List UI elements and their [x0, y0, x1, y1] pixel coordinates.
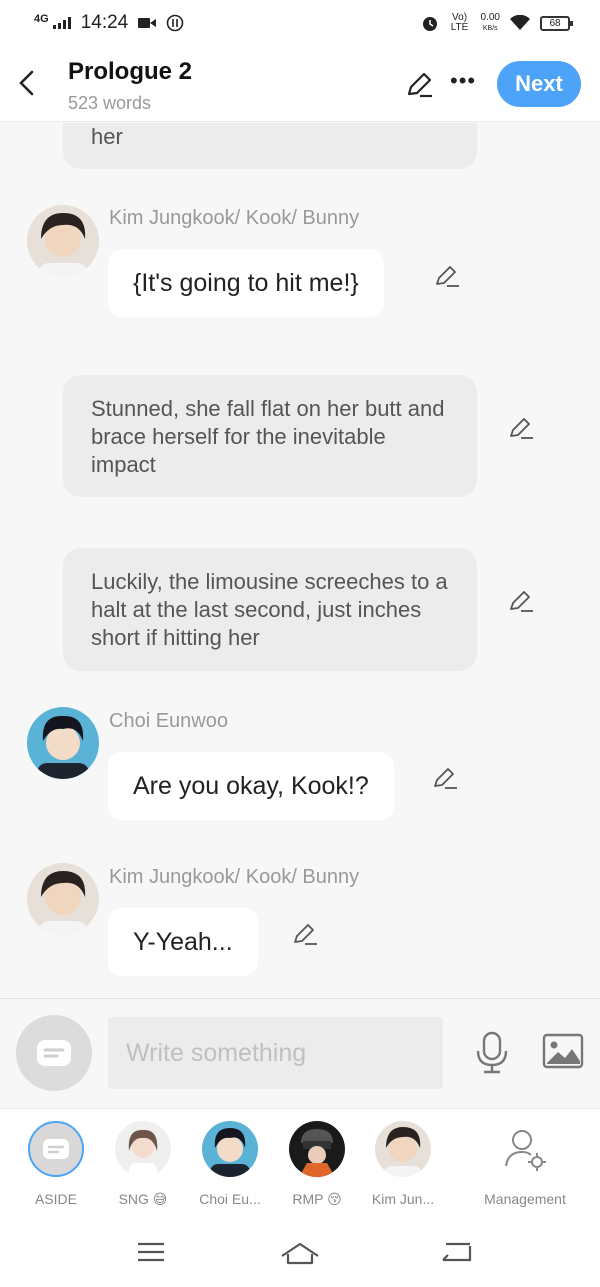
app-header: Prologue 2 523 words ••• Next [0, 46, 600, 122]
character-label: SNG 😅 [118, 1191, 168, 1207]
avatar[interactable] [27, 205, 99, 277]
message-bubble[interactable]: {It's going to hit me!} [108, 249, 384, 317]
battery-icon: 68 [540, 15, 573, 31]
edit-title-icon[interactable] [404, 70, 434, 100]
speaker-name: Kim Jungkook/ Kook/ Bunny [109, 866, 360, 888]
aside-bubble[interactable]: Luckily, the limousine screeches to a ha… [63, 548, 477, 671]
aside-mode-button[interactable] [16, 1015, 92, 1091]
next-button[interactable]: Next [497, 61, 581, 107]
image-icon[interactable] [542, 1033, 584, 1069]
character-choi-eunwoo[interactable]: Choi Eu... [190, 1121, 270, 1207]
aside-bubble[interactable]: Stunned, she fall flat on her butt and b… [63, 375, 477, 497]
wifi-icon [510, 15, 530, 30]
speaker-name: Kim Jungkook/ Kook/ Bunny [109, 207, 360, 229]
user-settings-icon [497, 1121, 553, 1177]
message-bubble[interactable]: Are you okay, Kook!? [108, 752, 394, 820]
character-sng[interactable]: SNG 😅 [103, 1121, 183, 1208]
microphone-icon[interactable] [474, 1031, 510, 1075]
more-options-icon[interactable]: ••• [450, 68, 476, 94]
edit-message-icon[interactable] [508, 415, 534, 441]
character-bar: ASIDE SNG 😅 Choi Eu... RMP 😚 Kim Jun... … [0, 1108, 600, 1226]
avatar[interactable] [27, 707, 99, 779]
message-text: Are you okay, Kook!? [133, 771, 369, 800]
character-aside[interactable]: ASIDE [16, 1121, 96, 1207]
character-kim-jungkook[interactable]: Kim Jun... [363, 1121, 443, 1207]
clock: 14:24 [80, 12, 129, 33]
home-icon[interactable] [280, 1240, 320, 1266]
speaker-name: Choi Eunwoo [109, 710, 228, 732]
aside-text: her [91, 124, 123, 149]
aside-text: Stunned, she fall flat on her butt and b… [91, 396, 445, 477]
volte-indicator: Vo) LTE [450, 12, 469, 33]
character-label: ASIDE [34, 1191, 77, 1207]
message-bubble[interactable]: Y-Yeah... [108, 908, 258, 976]
avatar[interactable] [27, 863, 99, 935]
character-label: Management [484, 1191, 566, 1207]
composer-bar [0, 998, 600, 1108]
aside-avatar [28, 1121, 84, 1177]
net-speed: 0.00 KB/s [480, 12, 500, 33]
back-arrow-icon[interactable] [14, 68, 40, 98]
message-text: Y-Yeah... [133, 927, 233, 956]
character-label: RMP 😚 [292, 1191, 342, 1207]
character-label: Choi Eu... [199, 1191, 261, 1207]
message-input[interactable] [108, 1017, 443, 1089]
network-type: 4G [34, 12, 49, 25]
avatar [115, 1121, 171, 1177]
data-saver-icon [166, 14, 184, 32]
chat-area[interactable]: her Kim Jungkook/ Kook/ Bunny {It's goin… [0, 123, 600, 998]
system-nav-bar [0, 1226, 600, 1287]
avatar [289, 1121, 345, 1177]
aside-bubble[interactable]: her [63, 123, 477, 169]
message-text: {It's going to hit me!} [133, 268, 359, 297]
status-bar: 4G 14:24 Vo) LTE 0.00 KB/s 68 [0, 0, 600, 46]
signal-icon [52, 17, 71, 29]
word-count: 523 words [68, 93, 152, 113]
character-management[interactable]: Management [478, 1121, 572, 1207]
character-label: Kim Jun... [371, 1191, 435, 1207]
aside-text: Luckily, the limousine screeches to a ha… [91, 569, 448, 650]
edit-message-icon[interactable] [434, 263, 460, 289]
menu-icon[interactable] [136, 1240, 166, 1264]
alarm-icon [422, 17, 437, 31]
edit-message-icon[interactable] [432, 765, 458, 791]
avatar [202, 1121, 258, 1177]
message-icon [43, 1139, 69, 1159]
page-title: Prologue 2 [68, 58, 193, 85]
avatar [375, 1121, 431, 1177]
character-rmp[interactable]: RMP 😚 [277, 1121, 357, 1208]
video-icon [138, 18, 157, 28]
back-icon[interactable] [440, 1240, 472, 1264]
edit-message-icon[interactable] [292, 921, 318, 947]
edit-message-icon[interactable] [508, 588, 534, 614]
message-icon [37, 1040, 71, 1066]
